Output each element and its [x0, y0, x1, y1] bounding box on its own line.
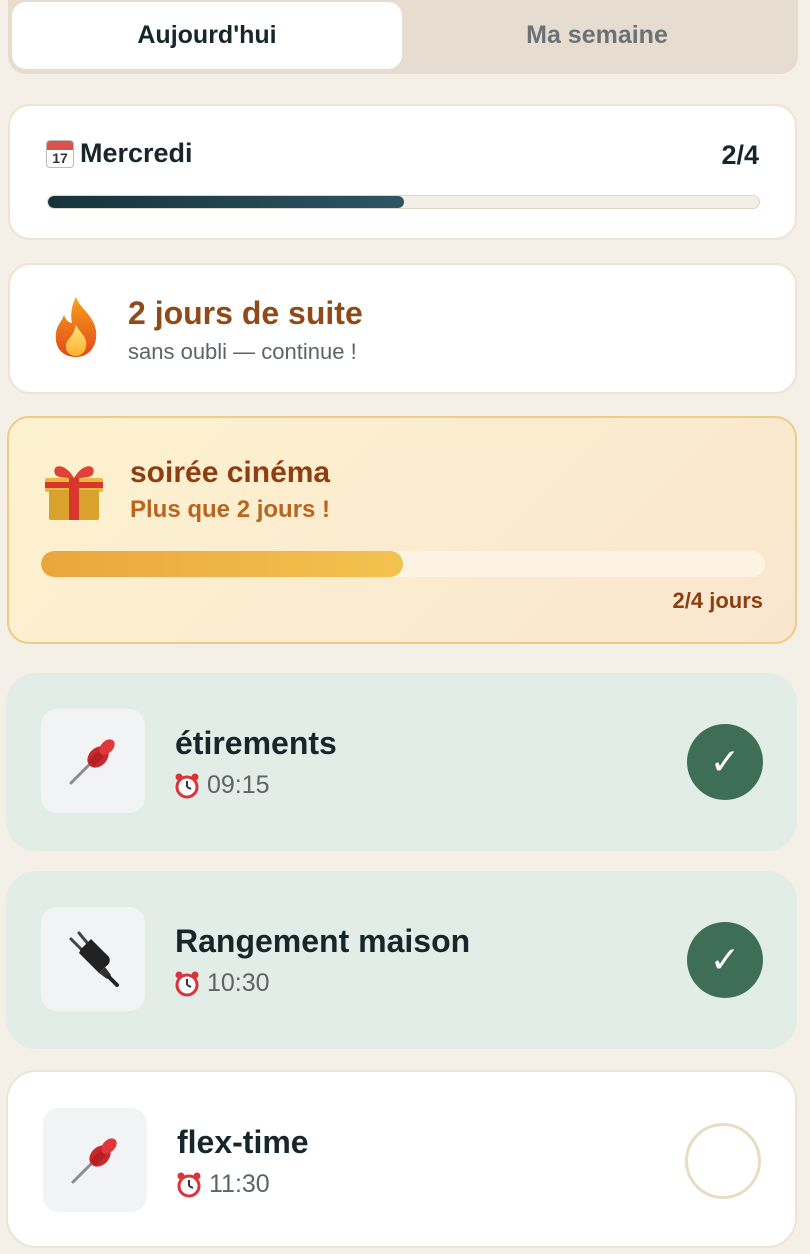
streak-subtitle: sans oubli — continue ! [128, 339, 357, 364]
alarm-clock-icon [175, 971, 199, 996]
task-title: flex-time [177, 1124, 309, 1160]
task-icon-box [41, 907, 145, 1011]
calendar-icon: 17 [46, 139, 74, 168]
day-task-count: 2/4 [721, 140, 759, 170]
task-card[interactable]: flex-time 11:30 [6, 1070, 797, 1248]
check-icon: ✓ [709, 939, 741, 980]
day-progress-fill [48, 196, 404, 208]
task-time: 11:30 [175, 1170, 270, 1199]
tab-today[interactable]: Aujourd'hui [12, 2, 402, 69]
task-title: Rangement maison [175, 923, 471, 959]
streak-title: 2 jours de suite [128, 295, 363, 331]
task-icon-box [41, 709, 145, 813]
reward-progress-fill [41, 551, 403, 577]
task-time: 10:30 [173, 969, 270, 998]
pushpin-icon [69, 739, 115, 785]
gift-icon [45, 466, 103, 520]
view-tabs: Aujourd'hui Ma semaine [8, 0, 798, 74]
task-check-button[interactable] [685, 1123, 761, 1199]
check-icon: ✓ [709, 741, 741, 782]
task-card[interactable]: étirements 09:15 ✓ [6, 673, 797, 851]
task-check-button[interactable]: ✓ [687, 922, 763, 998]
reward-title: soirée cinéma [130, 456, 331, 489]
task-time-value: 09:15 [207, 771, 270, 799]
pushpin-icon [71, 1138, 117, 1184]
reward-card: soirée cinéma Plus que 2 jours ! 2/4 jou… [7, 416, 797, 644]
tab-my-week[interactable]: Ma semaine [402, 2, 792, 69]
reward-subtitle: Plus que 2 jours ! [130, 496, 331, 523]
task-icon-box [43, 1108, 147, 1212]
day-heading: 17 Mercredi [46, 138, 193, 169]
task-card[interactable]: Rangement maison 10:30 ✓ [6, 871, 797, 1049]
task-title: étirements [175, 725, 337, 761]
task-time-value: 10:30 [207, 969, 270, 997]
task-time: 09:15 [173, 771, 270, 800]
plug-icon [69, 931, 119, 987]
day-progress-bar [47, 195, 760, 209]
day-name: Mercredi [80, 138, 193, 168]
task-check-button[interactable]: ✓ [687, 724, 763, 800]
task-time-value: 11:30 [209, 1170, 270, 1198]
flame-icon [55, 297, 97, 357]
alarm-clock-icon [177, 1172, 201, 1197]
reward-count: 2/4 jours [672, 588, 763, 613]
streak-card: 2 jours de suite sans oubli — continue ! [8, 263, 797, 394]
reward-progress-bar [41, 551, 765, 577]
day-progress-card: 17 Mercredi 2/4 [8, 104, 797, 240]
alarm-clock-icon [175, 773, 199, 798]
